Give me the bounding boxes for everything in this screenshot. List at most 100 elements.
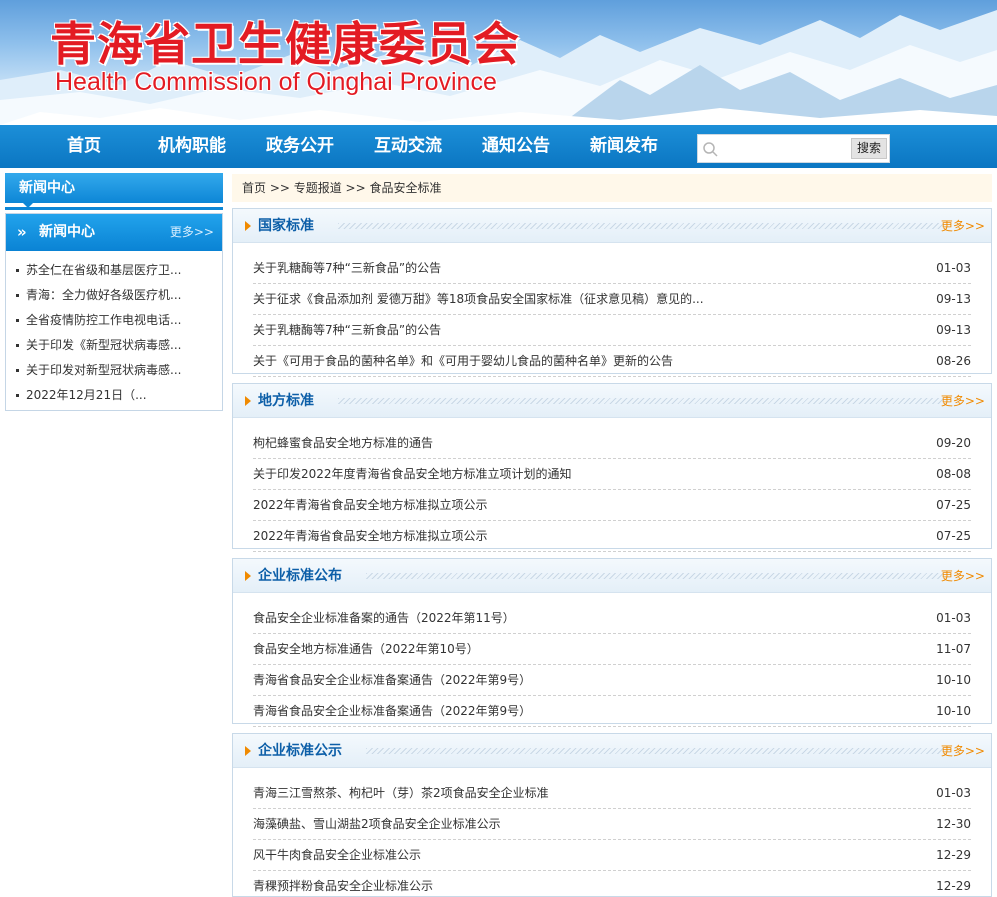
section-more-link[interactable]: 更多>>	[941, 734, 985, 768]
section-title: 地方标准	[258, 393, 314, 409]
sidebar-news-item[interactable]: 2022年12月21日（...	[6, 383, 222, 408]
section-list: 食品安全企业标准备案的通告（2022年第11号） 01-03 食品安全地方标准通告…	[253, 603, 971, 727]
list-item[interactable]: 青海省食品安全企业标准备案通告（2022年第9号） 10-10	[253, 696, 971, 727]
list-item[interactable]: 青稞预拌粉食品安全企业标准公示 12-29	[253, 871, 971, 897]
list-item-date: 08-08	[936, 467, 971, 481]
section-enterprise-standards-published: 企业标准公布 更多>> 食品安全企业标准备案的通告（2022年第11号） 01-0…	[232, 558, 992, 727]
list-item[interactable]: 关于乳糖酶等7种“三新食品”的公告 09-13	[253, 315, 971, 346]
nav-item-interaction[interactable]: 互动交流	[373, 125, 443, 168]
list-item-title[interactable]: 食品安全地方标准通告（2022年第10号）	[253, 634, 479, 665]
sidebar-news-item[interactable]: 关于印发《新型冠状病毒感...	[6, 333, 222, 358]
section-title: 企业标准公布	[258, 568, 342, 584]
list-item-date: 09-13	[936, 323, 971, 337]
list-item-date: 08-26	[936, 354, 971, 368]
list-item-title[interactable]: 2022年青海省食品安全地方标准拟立项公示	[253, 490, 488, 521]
list-item[interactable]: 海藻碘盐、雪山湖盐2项食品安全企业标准公示 12-30	[253, 809, 971, 840]
list-item-date: 09-13	[936, 292, 971, 306]
nav-item-home[interactable]: 首页	[62, 125, 106, 168]
list-item-date: 12-30	[936, 817, 971, 831]
sidebar-subheader-title: 新闻中心	[39, 224, 95, 240]
search-button[interactable]: 搜索	[851, 138, 887, 159]
list-item-title[interactable]: 风干牛肉食品安全企业标准公示	[253, 840, 421, 871]
section-list: 青海三江雪熬茶、枸杞叶（芽）茶2项食品安全企业标准 01-03 海藻碘盐、雪山湖盐…	[253, 778, 971, 897]
section-header: 地方标准 更多>>	[233, 384, 991, 418]
section-local-standards: 地方标准 更多>> 枸杞蜂蜜食品安全地方标准的通告 09-20 关于印发2022年…	[232, 383, 992, 552]
list-item[interactable]: 食品安全地方标准通告（2022年第10号） 11-07	[253, 634, 971, 665]
list-item-date: 12-29	[936, 848, 971, 862]
sidebar-header: 新闻中心	[5, 173, 223, 203]
list-item[interactable]: 枸杞蜂蜜食品安全地方标准的通告 09-20	[253, 428, 971, 459]
nav-item-government-affairs[interactable]: 政务公开	[265, 125, 335, 168]
header-banner: 青海省卫生健康委员会 Health Commission of Qinghai …	[0, 0, 997, 125]
section-stripe-decoration	[338, 398, 943, 404]
section-stripe-decoration	[338, 223, 943, 229]
list-item[interactable]: 关于印发2022年度青海省食品安全地方标准立项计划的通知 08-08	[253, 459, 971, 490]
sidebar-news-list: 苏全仁在省级和基层医疗卫... 青海：全力做好各级医疗机... 全省疫情防控工作…	[6, 258, 222, 408]
sidebar-news-item[interactable]: 青海：全力做好各级医疗机...	[6, 283, 222, 308]
section-enterprise-standards-notice: 企业标准公示 更多>> 青海三江雪熬茶、枸杞叶（芽）茶2项食品安全企业标准 01-…	[232, 733, 992, 897]
list-item-title[interactable]: 关于征求《食品添加剂 爱德万甜》等18项食品安全国家标准（征求意见稿）意见的..…	[253, 284, 704, 315]
section-list: 枸杞蜂蜜食品安全地方标准的通告 09-20 关于印发2022年度青海省食品安全地方…	[253, 428, 971, 552]
nav-item-institution[interactable]: 机构职能	[157, 125, 227, 168]
triangle-right-icon	[245, 571, 251, 581]
list-item-title[interactable]: 关于《可用于食品的菌种名单》和《可用于婴幼儿食品的菌种名单》更新的公告	[253, 346, 673, 377]
section-stripe-decoration	[366, 573, 943, 579]
sidebar-news-item[interactable]: 全省疫情防控工作电视电话...	[6, 308, 222, 333]
section-more-link[interactable]: 更多>>	[941, 559, 985, 593]
site-subtitle: Health Commission of Qinghai Province	[55, 68, 497, 96]
site-title: 青海省卫生健康委员会	[50, 17, 520, 71]
search-icon	[703, 142, 718, 157]
list-item[interactable]: 关于乳糖酶等7种“三新食品”的公告 01-03	[253, 253, 971, 284]
list-item-title[interactable]: 关于印发2022年度青海省食品安全地方标准立项计划的通知	[253, 459, 572, 490]
list-item-title[interactable]: 青海省食品安全企业标准备案通告（2022年第9号）	[253, 696, 531, 727]
triangle-right-icon	[245, 396, 251, 406]
list-item-date: 07-25	[936, 498, 971, 512]
section-header: 企业标准公示 更多>>	[233, 734, 991, 768]
sidebar-news-box: » 新闻中心 更多>> 苏全仁在省级和基层医疗卫... 青海：全力做好各级医疗机…	[5, 213, 223, 411]
list-item-title[interactable]: 青海省食品安全企业标准备案通告（2022年第9号）	[253, 665, 531, 696]
list-item[interactable]: 关于《可用于食品的菌种名单》和《可用于婴幼儿食品的菌种名单》更新的公告 08-26	[253, 346, 971, 377]
list-item[interactable]: 风干牛肉食品安全企业标准公示 12-29	[253, 840, 971, 871]
list-item[interactable]: 青海三江雪熬茶、枸杞叶（芽）茶2项食品安全企业标准 01-03	[253, 778, 971, 809]
nav-item-notices[interactable]: 通知公告	[481, 125, 551, 168]
list-item-date: 01-03	[936, 611, 971, 625]
section-title: 企业标准公示	[258, 743, 342, 759]
sidebar-divider	[5, 207, 223, 210]
list-item[interactable]: 2022年青海省食品安全地方标准拟立项公示 07-25	[253, 521, 971, 552]
list-item-title[interactable]: 枸杞蜂蜜食品安全地方标准的通告	[253, 428, 433, 459]
list-item-title[interactable]: 海藻碘盐、雪山湖盐2项食品安全企业标准公示	[253, 809, 501, 840]
list-item-date: 11-07	[936, 642, 971, 656]
sidebar-news-item[interactable]: 关于印发对新型冠状病毒感...	[6, 358, 222, 383]
nav-item-news-release[interactable]: 新闻发布	[589, 125, 659, 168]
section-header: 企业标准公布 更多>>	[233, 559, 991, 593]
list-item-title[interactable]: 青稞预拌粉食品安全企业标准公示	[253, 871, 433, 897]
section-more-link[interactable]: 更多>>	[941, 384, 985, 418]
search-input[interactable]	[722, 137, 846, 160]
list-item[interactable]: 2022年青海省食品安全地方标准拟立项公示 07-25	[253, 490, 971, 521]
search-box: 搜索	[697, 134, 890, 163]
list-item-date: 10-10	[936, 704, 971, 718]
list-item-date: 12-29	[936, 879, 971, 893]
list-item-date: 07-25	[936, 529, 971, 543]
list-item-title[interactable]: 关于乳糖酶等7种“三新食品”的公告	[253, 315, 441, 346]
list-item[interactable]: 关于征求《食品添加剂 爱德万甜》等18项食品安全国家标准（征求意见稿）意见的..…	[253, 284, 971, 315]
list-item-date: 09-20	[936, 436, 971, 450]
list-item-title[interactable]: 2022年青海省食品安全地方标准拟立项公示	[253, 521, 488, 552]
list-item-title[interactable]: 食品安全企业标准备案的通告（2022年第11号）	[253, 603, 515, 634]
list-item[interactable]: 食品安全企业标准备案的通告（2022年第11号） 01-03	[253, 603, 971, 634]
list-item-title[interactable]: 关于乳糖酶等7种“三新食品”的公告	[253, 253, 441, 284]
list-item-date: 01-03	[936, 786, 971, 800]
triangle-right-icon	[245, 746, 251, 756]
section-national-standards: 国家标准 更多>> 关于乳糖酶等7种“三新食品”的公告 01-03 关于征求《食品…	[232, 208, 992, 377]
sidebar-more-link[interactable]: 更多>>	[170, 214, 214, 251]
list-item-title[interactable]: 青海三江雪熬茶、枸杞叶（芽）茶2项食品安全企业标准	[253, 778, 549, 809]
section-stripe-decoration	[366, 748, 943, 754]
sidebar-news-item[interactable]: 苏全仁在省级和基层医疗卫...	[6, 258, 222, 283]
triangle-right-icon	[245, 221, 251, 231]
section-header: 国家标准 更多>>	[233, 209, 991, 243]
list-item-date: 10-10	[936, 673, 971, 687]
double-chevron-right-icon: »	[17, 223, 27, 241]
list-item[interactable]: 青海省食品安全企业标准备案通告（2022年第9号） 10-10	[253, 665, 971, 696]
list-item-date: 01-03	[936, 261, 971, 275]
section-more-link[interactable]: 更多>>	[941, 209, 985, 243]
